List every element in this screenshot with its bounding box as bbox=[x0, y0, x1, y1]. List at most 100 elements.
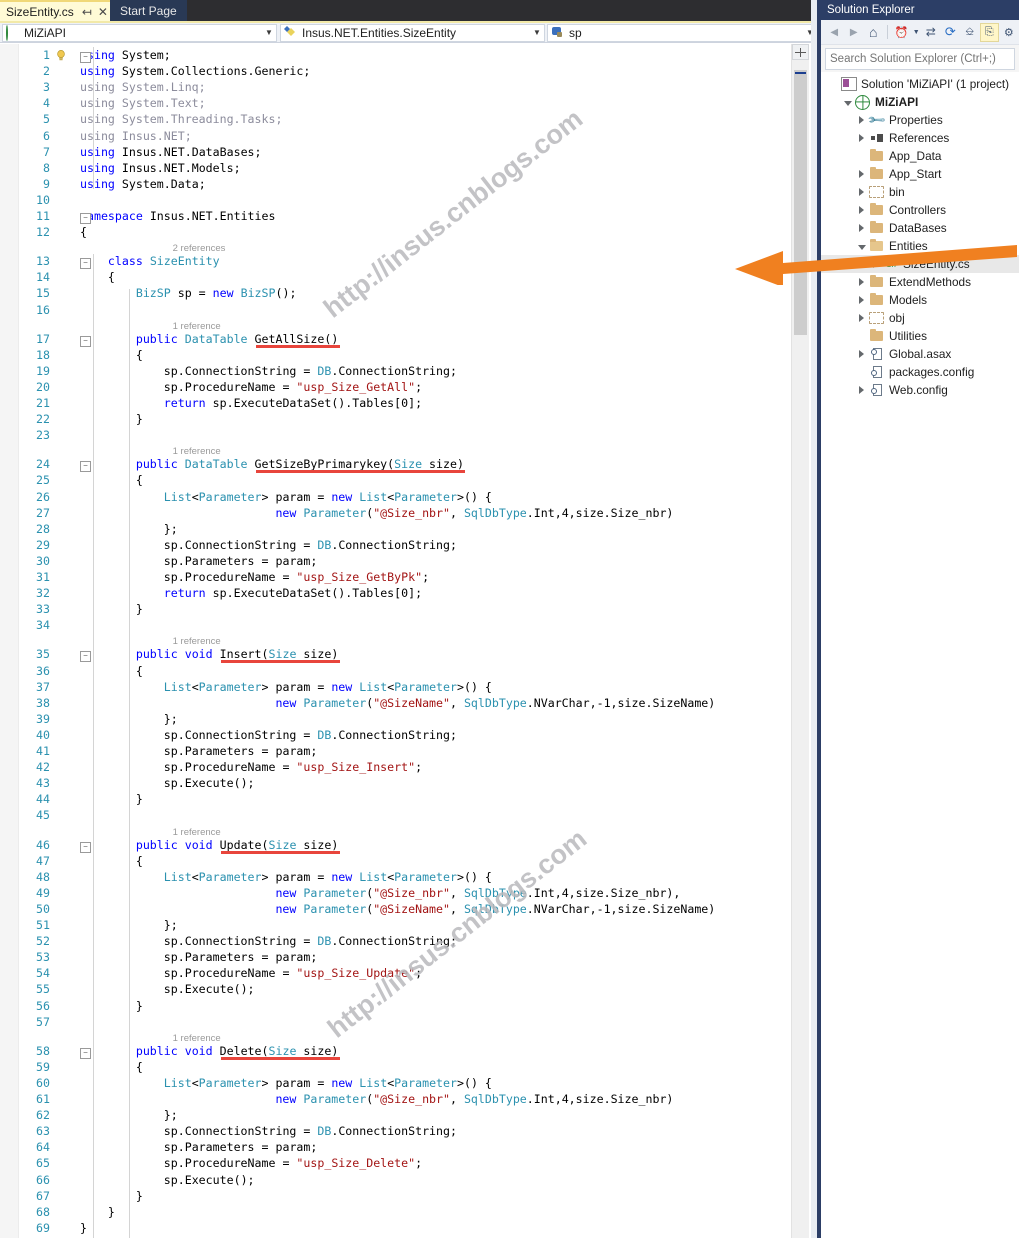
code-line[interactable]: 45 bbox=[0, 807, 820, 823]
tree-item-app-start[interactable]: App_Start bbox=[821, 165, 1019, 183]
code-line[interactable]: 52 sp.ConnectionString = DB.ConnectionSt… bbox=[0, 933, 820, 949]
outlining-collapse-icon[interactable]: − bbox=[80, 651, 91, 663]
chevron-right-icon[interactable] bbox=[855, 224, 868, 232]
home-button[interactable]: ⌂ bbox=[864, 23, 882, 42]
tree-item-packages-config[interactable]: packages.config bbox=[821, 363, 1019, 381]
pending-changes-button[interactable]: ⏰ bbox=[892, 23, 910, 42]
chevron-right-icon[interactable] bbox=[855, 314, 868, 322]
tree-item-obj[interactable]: obj bbox=[821, 309, 1019, 327]
code-line[interactable]: 5 using System.Threading.Tasks; bbox=[0, 111, 820, 127]
chevron-right-icon[interactable] bbox=[855, 278, 868, 286]
code-line[interactable]: 59 { bbox=[0, 1059, 820, 1075]
show-all-files-button[interactable]: ⎘ bbox=[980, 22, 999, 42]
code-line[interactable]: 32 return sp.ExecuteDataSet().Tables[0]; bbox=[0, 585, 820, 601]
code-line[interactable]: 10 bbox=[0, 192, 820, 208]
collapse-all-button[interactable]: ⎒ bbox=[961, 23, 979, 42]
outlining-collapse-icon[interactable]: − bbox=[80, 335, 91, 347]
code-line[interactable]: 50 new Parameter("@SizeName", SqlDbType.… bbox=[0, 901, 820, 917]
code-line[interactable]: 19 sp.ConnectionString = DB.ConnectionSt… bbox=[0, 363, 820, 379]
tree-item-app-data[interactable]: App_Data bbox=[821, 147, 1019, 165]
pin-icon[interactable]: ↤ bbox=[82, 6, 92, 18]
tree-item-databases[interactable]: DataBases bbox=[821, 219, 1019, 237]
tree-item-sizeentity-cs[interactable]: C# SizeEntity.cs bbox=[821, 255, 1019, 273]
code-line[interactable]: 23 bbox=[0, 427, 820, 443]
code-line[interactable]: 57 bbox=[0, 1014, 820, 1030]
code-line[interactable]: 17 public DataTable GetAllSize() bbox=[0, 331, 820, 347]
code-line[interactable]: 55 sp.Execute(); bbox=[0, 981, 820, 997]
tree-item-entities[interactable]: Entities bbox=[821, 237, 1019, 255]
code-editor-surface[interactable]: 1 using System; −2 using System.Collections… bbox=[0, 44, 820, 1238]
forward-button[interactable]: ▶ bbox=[844, 23, 862, 42]
properties-button[interactable]: ⚙ bbox=[1000, 23, 1018, 42]
code-line[interactable]: 13 class SizeEntity bbox=[0, 253, 820, 269]
code-line[interactable]: 41 sp.Parameters = param; bbox=[0, 743, 820, 759]
code-line[interactable]: 60 List<Parameter> param = new List<Para… bbox=[0, 1075, 820, 1091]
code-line[interactable]: 22 } bbox=[0, 411, 820, 427]
code-line[interactable]: 6 using Insus.NET; bbox=[0, 128, 820, 144]
code-line[interactable]: 48 List<Parameter> param = new List<Para… bbox=[0, 869, 820, 885]
code-line[interactable]: 51 }; bbox=[0, 917, 820, 933]
code-text[interactable]: 1 using System; −2 using System.Collections… bbox=[0, 44, 820, 1238]
solution-explorer-tree[interactable]: Solution 'MiZiAPI' (1 project) MiZiAPI 🔧 Pr… bbox=[821, 72, 1019, 1238]
outlining-collapse-icon[interactable]: − bbox=[80, 841, 91, 853]
tree-item-models[interactable]: Models bbox=[821, 291, 1019, 309]
code-line[interactable]: 69} bbox=[0, 1220, 820, 1236]
code-line[interactable]: 38 new Parameter("@SizeName", SqlDbType.… bbox=[0, 695, 820, 711]
editor-vertical-scrollbar[interactable] bbox=[791, 44, 809, 1238]
code-line[interactable]: 63 sp.ConnectionString = DB.ConnectionSt… bbox=[0, 1123, 820, 1139]
tree-item-references[interactable]: References bbox=[821, 129, 1019, 147]
code-line[interactable]: 56 } bbox=[0, 998, 820, 1014]
navbar-project-combobox[interactable]: MiZiAPI ▼ bbox=[2, 24, 277, 42]
lightbulb-icon[interactable] bbox=[56, 49, 66, 61]
code-line[interactable]: 8 using Insus.NET.Models; bbox=[0, 160, 820, 176]
refresh-button[interactable]: ⟳ bbox=[941, 23, 959, 42]
code-line[interactable]: 25 { bbox=[0, 472, 820, 488]
code-line[interactable]: 31 sp.ProcedureName = "usp_Size_GetByPk"… bbox=[0, 569, 820, 585]
code-line[interactable]: 62 }; bbox=[0, 1107, 820, 1123]
code-line[interactable]: 35 public void Insert(Size size) bbox=[0, 646, 820, 662]
code-line[interactable]: 61 new Parameter("@Size_nbr", SqlDbType.… bbox=[0, 1091, 820, 1107]
tree-item-web-config[interactable]: Web.config bbox=[821, 381, 1019, 399]
code-line[interactable]: 33 } bbox=[0, 601, 820, 617]
tree-item-properties[interactable]: 🔧 Properties bbox=[821, 110, 1019, 130]
tree-item-utilities[interactable]: Utilities bbox=[821, 327, 1019, 345]
code-line[interactable]: 65 sp.ProcedureName = "usp_Size_Delete"; bbox=[0, 1155, 820, 1171]
code-line[interactable]: 2 using System.Collections.Generic; bbox=[0, 63, 820, 79]
navbar-member-combobox[interactable]: sp ▼ bbox=[547, 24, 818, 42]
chevron-down-icon[interactable]: ▼ bbox=[530, 24, 544, 42]
chevron-right-icon[interactable] bbox=[855, 170, 868, 178]
chevron-right-icon[interactable] bbox=[855, 188, 868, 196]
sync-with-active-document-button[interactable]: ⇄ bbox=[922, 23, 940, 42]
code-line[interactable]: 42 sp.ProcedureName = "usp_Size_Insert"; bbox=[0, 759, 820, 775]
code-line[interactable]: 12 { bbox=[0, 224, 820, 240]
chevron-right-icon[interactable] bbox=[855, 206, 868, 214]
chevron-right-icon[interactable] bbox=[869, 260, 882, 268]
code-line[interactable]: 43 sp.Execute(); bbox=[0, 775, 820, 791]
tree-item-extendmethods[interactable]: ExtendMethods bbox=[821, 273, 1019, 291]
editor-split-handle[interactable] bbox=[792, 44, 809, 60]
code-line[interactable]: 14 { bbox=[0, 269, 820, 285]
code-line[interactable]: 66 sp.Execute(); bbox=[0, 1172, 820, 1188]
chevron-right-icon[interactable] bbox=[855, 350, 868, 358]
outlining-collapse-icon[interactable]: − bbox=[80, 52, 91, 63]
code-line[interactable]: 40 sp.ConnectionString = DB.ConnectionSt… bbox=[0, 727, 820, 743]
code-line[interactable]: 11 namespace Insus.NET.Entities bbox=[0, 208, 820, 224]
code-line[interactable]: 28 }; bbox=[0, 521, 820, 537]
outlining-collapse-icon[interactable]: − bbox=[80, 258, 91, 270]
tree-item-bin[interactable]: bin bbox=[821, 183, 1019, 201]
search-input[interactable] bbox=[826, 52, 1014, 66]
solution-explorer-search[interactable] bbox=[825, 48, 1015, 70]
outlining-collapse-icon[interactable]: − bbox=[80, 1047, 91, 1059]
outlining-collapse-icon[interactable]: − bbox=[80, 461, 91, 473]
code-line[interactable]: 1 using System; bbox=[0, 47, 820, 63]
code-line[interactable]: 20 sp.ProcedureName = "usp_Size_GetAll"; bbox=[0, 379, 820, 395]
close-icon[interactable]: ✕ bbox=[98, 6, 108, 18]
code-line[interactable]: 34 bbox=[0, 617, 820, 633]
code-line[interactable]: 39 }; bbox=[0, 711, 820, 727]
back-button[interactable]: ◀ bbox=[825, 23, 843, 42]
chevron-right-icon[interactable] bbox=[855, 296, 868, 304]
code-line[interactable]: 58 public void Delete(Size size) bbox=[0, 1043, 820, 1059]
code-line[interactable]: 18 { bbox=[0, 347, 820, 363]
code-line[interactable]: 7 using Insus.NET.DataBases; bbox=[0, 144, 820, 160]
tree-item-solution-miziapi-1-project[interactable]: Solution 'MiZiAPI' (1 project) bbox=[821, 75, 1019, 93]
